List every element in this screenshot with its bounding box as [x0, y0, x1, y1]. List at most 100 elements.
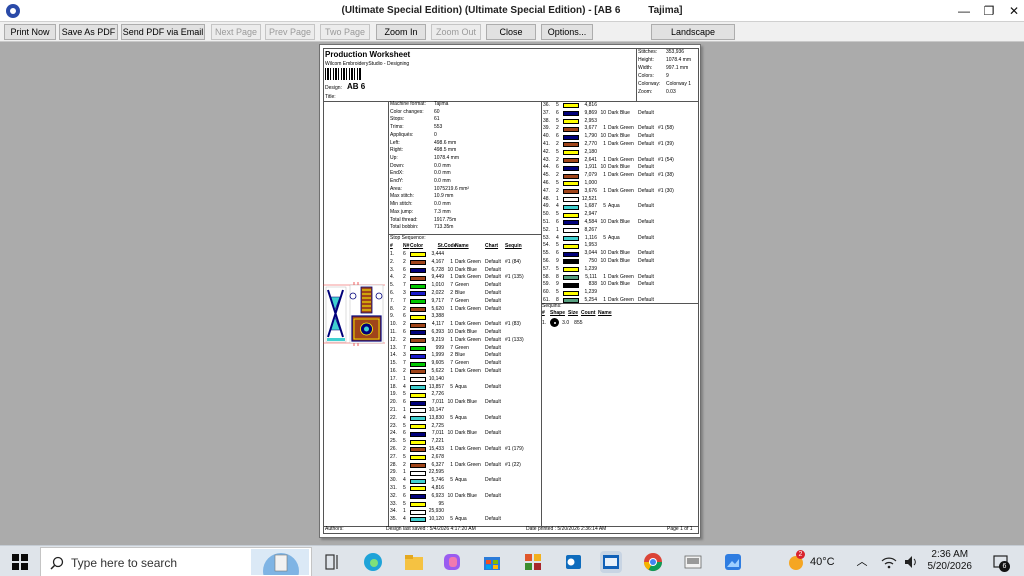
info-row: Appliqués: 0: [390, 132, 469, 140]
search-box[interactable]: Type here to search: [40, 547, 312, 576]
color-swatch: [563, 118, 579, 124]
info-key: EndY:: [390, 178, 404, 185]
stitch-count: 9,219: [431, 336, 444, 343]
search-highlight-icon: [251, 549, 309, 575]
color-swatch: [410, 431, 426, 437]
close-window-button[interactable]: ✕: [1000, 2, 1024, 20]
save-as-pdf-button[interactable]: Save As PDF: [59, 24, 118, 40]
stitch-count: 3,677: [584, 125, 597, 132]
color-swatch: [410, 494, 426, 500]
info-row: Up: 1078.4 mm: [390, 155, 469, 163]
stitch-count: 4,117: [431, 321, 444, 328]
options-button[interactable]: Options...: [541, 24, 593, 40]
thread-code: [444, 485, 455, 493]
thread-name: [608, 242, 638, 250]
thread-chart: Default: [485, 414, 501, 421]
stop-row: 27. 5 2,678: [390, 454, 527, 462]
needle-num: 7: [403, 297, 406, 304]
info-row: Max jump: 7.3 mm: [390, 209, 469, 217]
thread-chart: Default: [485, 399, 501, 406]
color-swatch: [563, 111, 579, 117]
needle-num: 5: [556, 289, 559, 296]
color-swatch: [410, 338, 426, 344]
chevron-up-icon[interactable]: ︿: [851, 551, 873, 573]
stop-num: 33.: [390, 500, 397, 507]
outlook-icon[interactable]: [562, 551, 584, 573]
thread-code: 5: [603, 234, 606, 241]
sequin-header-num: #: [542, 310, 545, 316]
wifi-icon[interactable]: [878, 551, 900, 573]
thread-code: 1: [603, 273, 606, 280]
stat-value: Colorway 1: [666, 80, 692, 87]
needle-num: 2: [403, 305, 406, 312]
two-page-button[interactable]: Two Page: [320, 24, 370, 40]
thread-name: Dark Blue: [608, 218, 630, 225]
stop-num: 27.: [390, 453, 397, 460]
prev-page-button[interactable]: Prev Page: [265, 24, 315, 40]
file-explorer-icon[interactable]: [403, 551, 425, 573]
edge-icon[interactable]: [362, 551, 384, 573]
header-code: Code: [444, 243, 457, 249]
stitch-count: 7,221: [431, 438, 444, 445]
chrome-icon[interactable]: [642, 551, 664, 573]
image-viewer-icon[interactable]: [722, 551, 744, 573]
landscape-button[interactable]: Landscape: [651, 24, 735, 40]
wilcom-taskbar-icon[interactable]: [600, 551, 622, 573]
needle-num: 5: [556, 117, 559, 124]
sequin-info: [505, 454, 527, 462]
thread-chart: [485, 469, 505, 477]
stop-num: 43.: [543, 156, 550, 163]
stop-row: 40. 6 1,790 10 Dark Blue Default: [543, 133, 680, 141]
stop-row: 53. 4 1,116 5 Aqua Default: [543, 235, 680, 243]
stop-num: 20.: [390, 399, 397, 406]
color-swatch: [563, 228, 579, 234]
stop-num: 10.: [390, 321, 397, 328]
header-st: St.: [437, 243, 444, 249]
stop-num: 23.: [390, 422, 397, 429]
thread-name: [455, 469, 485, 477]
close-preview-button[interactable]: Close: [486, 24, 536, 40]
thread-name: Dark Green: [608, 172, 634, 179]
store-icon[interactable]: [481, 551, 503, 573]
stitch-count: 22,595: [428, 469, 444, 476]
clock[interactable]: 2:36 AM 5/20/2026: [928, 549, 973, 573]
copilot-icon[interactable]: [441, 551, 463, 573]
stop-row: 58. 8 5,111 1 Dark Green Default: [543, 274, 680, 282]
print-now-button[interactable]: Print Now: [4, 24, 56, 40]
app-grid-icon[interactable]: [522, 551, 544, 573]
stop-row: 54. 5 1,953: [543, 242, 680, 250]
stop-row: 3. 6 6,728 10 Dark Blue Default: [390, 267, 527, 275]
minimize-button[interactable]: —: [950, 2, 978, 20]
stop-num: 29.: [390, 469, 397, 476]
sequin-info: #1 (54): [658, 156, 674, 163]
stop-row: 51. 6 4,584 10 Dark Blue Default: [543, 219, 680, 227]
send-pdf-email-button[interactable]: Send PDF via Email: [121, 24, 205, 40]
zoom-out-button[interactable]: Zoom Out: [431, 24, 481, 40]
stitch-count: 7,011: [431, 399, 444, 406]
stop-num: 57.: [543, 265, 550, 272]
restore-button[interactable]: ❐: [975, 2, 1003, 20]
thread-name: Dark Green: [455, 305, 481, 312]
task-view-icon[interactable]: [321, 551, 343, 573]
thread-chart: Default: [638, 250, 654, 257]
stop-num: 24.: [390, 430, 397, 437]
thread-code: [597, 289, 608, 297]
stitch-count: 1,116: [584, 234, 597, 241]
stop-num: 26.: [390, 445, 397, 452]
next-page-button[interactable]: Next Page: [211, 24, 261, 40]
needle-num: 2: [556, 172, 559, 179]
info-row: Machine format: Tajima: [390, 101, 469, 109]
sequin-info: [505, 501, 527, 509]
needle-num: 2: [556, 156, 559, 163]
needle-num: 5: [556, 265, 559, 272]
thread-code: 1: [450, 461, 453, 468]
color-swatch: [410, 306, 426, 312]
photos-icon[interactable]: [682, 551, 704, 573]
start-button[interactable]: [9, 551, 31, 573]
sequin-info: [505, 345, 527, 353]
stitch-count: 25,930: [428, 508, 444, 515]
needle-num: 6: [403, 399, 406, 406]
zoom-in-button[interactable]: Zoom In: [376, 24, 426, 40]
volume-icon[interactable]: [901, 551, 923, 573]
stop-row: 59. 9 838 10 Dark Blue Default: [543, 281, 680, 289]
